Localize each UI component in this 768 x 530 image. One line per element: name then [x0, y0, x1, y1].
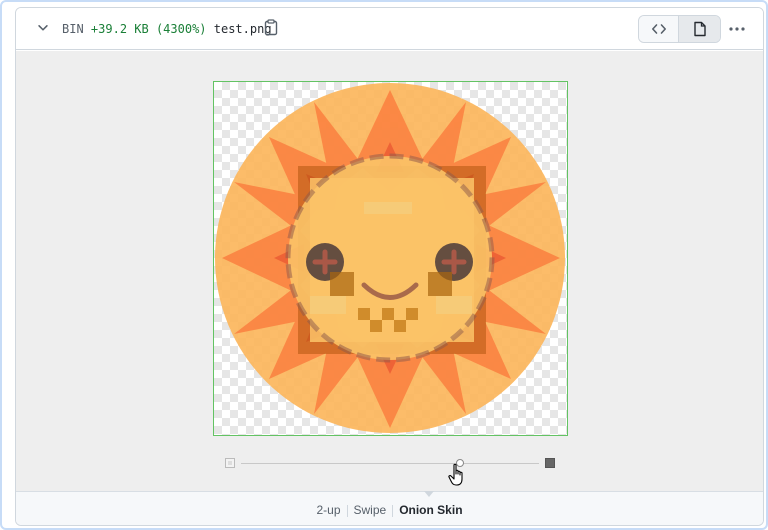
- sun-face-image: [215, 83, 565, 433]
- hand-cursor-icon: [448, 463, 463, 486]
- kebab-horizontal-icon: [729, 27, 745, 31]
- mode-swipe[interactable]: Swipe: [348, 503, 393, 517]
- opaque-end-icon: [545, 458, 555, 468]
- file-info: BIN +39.2 KB (4300%) test.png: [62, 21, 272, 37]
- image-diff-view: [16, 51, 763, 491]
- transparent-end-icon: [225, 458, 235, 468]
- mode-two-up[interactable]: 2-up: [310, 503, 346, 517]
- opacity-slider[interactable]: [225, 457, 555, 486]
- copy-path-icon[interactable]: [264, 19, 278, 36]
- source-view-button[interactable]: [639, 16, 680, 42]
- chevron-down-icon[interactable]: [36, 21, 50, 35]
- mode-onion-skin[interactable]: Onion Skin: [393, 503, 468, 517]
- onion-skin-image-frame: [213, 81, 568, 436]
- file-name[interactable]: test.png: [214, 22, 272, 36]
- file-header: BIN +39.2 KB (4300%) test.png: [16, 8, 763, 50]
- file-diff-box: BIN +39.2 KB (4300%) test.png 2-up Swipe…: [15, 7, 764, 526]
- size-change: +39.2 KB (4300%): [90, 22, 207, 36]
- more-options-button[interactable]: [727, 19, 747, 39]
- diff-mode-list: 2-up Swipe Onion Skin: [16, 503, 763, 517]
- slider-track[interactable]: [241, 463, 539, 464]
- active-mode-caret: [424, 491, 434, 497]
- file-icon: [693, 21, 706, 37]
- view-toggle: [638, 15, 721, 43]
- code-icon: [651, 24, 666, 34]
- rich-view-button[interactable]: [679, 16, 720, 42]
- diff-mode-bar: 2-up Swipe Onion Skin: [16, 491, 763, 525]
- diff-container: BIN +39.2 KB (4300%) test.png 2-up Swipe…: [0, 0, 768, 530]
- file-type-label: BIN: [62, 22, 84, 36]
